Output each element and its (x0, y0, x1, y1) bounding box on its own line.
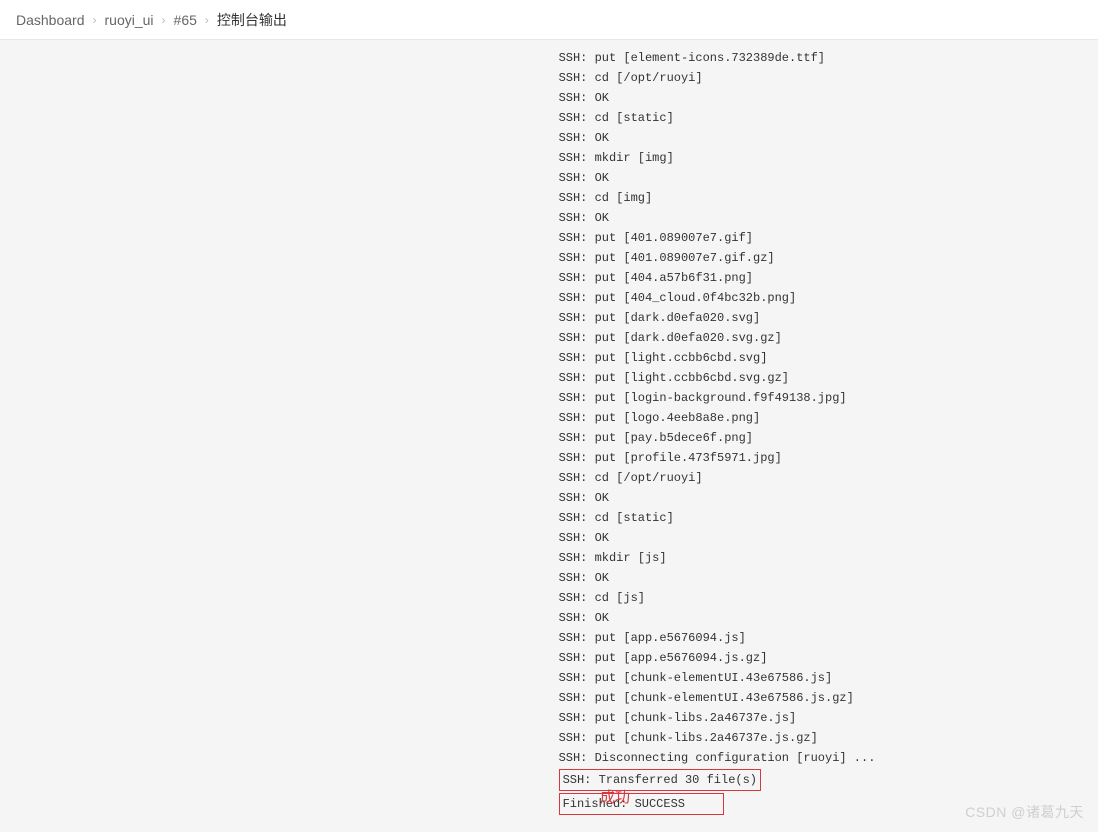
highlight-box: SSH: Transferred 30 file(s) (559, 769, 761, 791)
console-line: SSH: put [app.e5676094.js.gz] (559, 648, 876, 668)
console-line: SSH: OK (559, 88, 876, 108)
breadcrumb-console-output: 控制台输出 (217, 10, 287, 30)
console-line: SSH: put [chunk-elementUI.43e67586.js.gz… (559, 688, 876, 708)
console-line: SSH: cd [/opt/ruoyi] (559, 68, 876, 88)
console-line: SSH: put [dark.d0efa020.svg.gz] (559, 328, 876, 348)
console-line: SSH: put [chunk-libs.2a46737e.js] (559, 708, 876, 728)
chevron-right-icon: › (162, 13, 166, 27)
console-line: SSH: put [login-background.f9f49138.jpg] (559, 388, 876, 408)
console-line: SSH: put [404.a57b6f31.png] (559, 268, 876, 288)
console-line: SSH: Disconnecting configuration [ruoyi]… (559, 748, 876, 768)
console-line: SSH: put [light.ccbb6cbd.svg.gz] (559, 368, 876, 388)
console-output: SSH: put [element-icons.732389de.ttf]SSH… (559, 48, 876, 816)
annotation-success: 成功 (600, 786, 630, 807)
console-line: SSH: OK (559, 528, 876, 548)
console-line: SSH: OK (559, 608, 876, 628)
highlight-box: Finished: SUCCESS (559, 793, 724, 815)
console-line: SSH: put [401.089007e7.gif.gz] (559, 248, 876, 268)
breadcrumb-build[interactable]: #65 (174, 12, 197, 28)
chevron-right-icon: › (93, 13, 97, 27)
console-line: SSH: mkdir [img] (559, 148, 876, 168)
breadcrumb: Dashboard › ruoyi_ui › #65 › 控制台输出 (0, 0, 1098, 40)
console-line: SSH: put [light.ccbb6cbd.svg] (559, 348, 876, 368)
console-line: SSH: put [element-icons.732389de.ttf] (559, 48, 876, 68)
console-line: SSH: cd [js] (559, 588, 876, 608)
console-line: SSH: OK (559, 568, 876, 588)
console-line: SSH: put [401.089007e7.gif] (559, 228, 876, 248)
console-line: SSH: cd [static] (559, 108, 876, 128)
chevron-right-icon: › (205, 13, 209, 27)
breadcrumb-project[interactable]: ruoyi_ui (105, 12, 154, 28)
console-line: SSH: put [profile.473f5971.jpg] (559, 448, 876, 468)
console-line: SSH: put [chunk-elementUI.43e67586.js] (559, 668, 876, 688)
console-line: SSH: cd [static] (559, 508, 876, 528)
console-line: SSH: OK (559, 128, 876, 148)
console-line: SSH: OK (559, 488, 876, 508)
console-line: SSH: mkdir [js] (559, 548, 876, 568)
console-line: SSH: put [app.e5676094.js] (559, 628, 876, 648)
console-line: SSH: OK (559, 168, 876, 188)
watermark: CSDN @诸葛九天 (965, 802, 1084, 822)
console-line: SSH: put [pay.b5dece6f.png] (559, 428, 876, 448)
console-line: SSH: put [logo.4eeb8a8e.png] (559, 408, 876, 428)
console-line: SSH: put [404_cloud.0f4bc32b.png] (559, 288, 876, 308)
console-line: SSH: put [dark.d0efa020.svg] (559, 308, 876, 328)
console-line: SSH: OK (559, 208, 876, 228)
console-line: SSH: cd [img] (559, 188, 876, 208)
console-line: SSH: cd [/opt/ruoyi] (559, 468, 876, 488)
breadcrumb-dashboard[interactable]: Dashboard (16, 12, 85, 28)
console-line: SSH: put [chunk-libs.2a46737e.js.gz] (559, 728, 876, 748)
